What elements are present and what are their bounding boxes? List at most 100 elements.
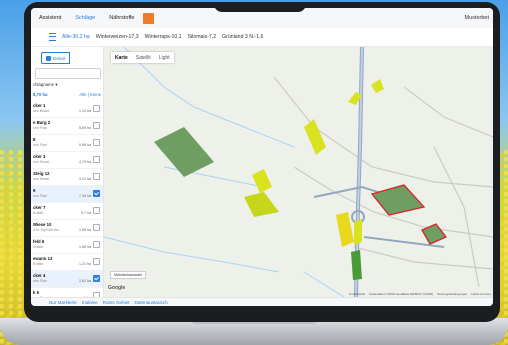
- field-checkbox[interactable]: [93, 105, 100, 112]
- field-list-item[interactable]: Steig 12 sen Smart 3,21 ha: [31, 169, 103, 186]
- field-name: 8: [33, 137, 36, 142]
- map-footer-shortcuts[interactable]: Kurzbefehle: [349, 292, 365, 296]
- field-name: cker 4: [33, 273, 46, 278]
- field-crop-variety: 4 N. TopSoft Ha...: [33, 228, 62, 232]
- tab-satellit[interactable]: Satellit: [132, 52, 155, 63]
- selection-summary: 8,70 ha Alle | Keine: [33, 92, 101, 97]
- field-polygon-yellow-5[interactable]: [244, 192, 279, 217]
- field-area: 5,69 ha: [79, 126, 91, 130]
- filter-red-zone[interactable]: Rotes Gebiet: [103, 300, 130, 305]
- field-area: 1,56 ha: [79, 228, 91, 232]
- field-area: 1,88 ha: [79, 245, 91, 249]
- nav-assistent[interactable]: Assistent: [39, 15, 61, 21]
- filter-chip-all[interactable]: Alle-36,2 ha: [62, 34, 90, 40]
- camera-notch: [214, 2, 306, 12]
- laptop-frame: Assistent Schläge Nährstoffe Musterbet A…: [24, 2, 500, 322]
- field-list-item[interactable]: cker 3 sen Smart 4,79 ha: [31, 152, 103, 169]
- field-checkbox[interactable]: [93, 258, 100, 265]
- detail-label: Detail: [53, 55, 65, 61]
- field-checkbox[interactable]: [93, 207, 100, 214]
- field-name: feld 6: [33, 239, 45, 244]
- field-checkbox[interactable]: [93, 122, 100, 129]
- nav-naehrstoffe[interactable]: Nährstoffe: [109, 15, 134, 21]
- view-toggle: Detail Karte: [41, 52, 493, 306]
- waterways: [104, 47, 345, 297]
- map-view[interactable]: Karte Satellit Light Mehrfachauswahl Goo…: [104, 47, 493, 297]
- map-canvas[interactable]: [104, 47, 493, 297]
- brand-logo: [142, 12, 154, 24]
- filter-inactive[interactable]: Inaktive: [82, 300, 98, 305]
- menu-icon[interactable]: [49, 33, 56, 41]
- sort-select[interactable]: chlagname ▾: [33, 82, 57, 88]
- field-checkbox[interactable]: [93, 190, 100, 197]
- field-polygon-green-1[interactable]: [154, 127, 214, 177]
- field-area: 3,21 ha: [79, 177, 91, 181]
- field-checkbox[interactable]: [93, 173, 100, 180]
- field-area: 7,34 ha: [79, 194, 91, 198]
- field-checkbox[interactable]: [93, 224, 100, 231]
- field-list-item[interactable]: 9 sen Flair 7,34 ha: [31, 186, 103, 203]
- filter-chip-winterraps[interactable]: Winterraps-10,1: [145, 34, 182, 40]
- map-attribution: Kurzbefehle Kartendaten ©2023 GeoBasis-D…: [349, 292, 491, 296]
- field-list-item[interactable]: feld 6 Krabin 1,88 ha: [31, 237, 103, 254]
- field-crop-variety: sen Briant: [33, 109, 50, 113]
- minor-roads: [273, 76, 493, 288]
- field-crop-variety: sen Flair: [33, 194, 47, 198]
- field-polygon-yellow-4[interactable]: [252, 169, 272, 193]
- field-name: cker 7: [33, 205, 46, 210]
- filter-chip-winterweizen[interactable]: Winterweizen-17,3: [96, 34, 139, 40]
- field-name: Steig 12: [33, 171, 50, 176]
- field-checkbox[interactable]: [93, 275, 100, 282]
- field-checkbox[interactable]: [93, 156, 100, 163]
- laptop-base: [0, 318, 508, 345]
- field-area: 0,98 ha: [79, 143, 91, 147]
- field-name: 9: [33, 188, 36, 193]
- field-list-item[interactable]: e Burg 2 sen Flair 5,69 ha: [31, 118, 103, 135]
- field-area: 4,79 ha: [79, 160, 91, 164]
- tab-karte[interactable]: Karte: [111, 52, 132, 63]
- field-checkbox[interactable]: [93, 139, 100, 146]
- app-screen: Assistent Schläge Nährstoffe Musterbet A…: [31, 8, 493, 306]
- nav-schlaege[interactable]: Schläge: [75, 15, 95, 21]
- field-polygon-yellow-7[interactable]: [354, 219, 362, 245]
- map-footer-report[interactable]: Fehler bei Goo: [471, 292, 491, 296]
- field-list-item[interactable]: cker 1 sen Briant 1,14 ha: [31, 101, 103, 118]
- field-crop-variety: Krabin: [33, 211, 44, 215]
- account-name[interactable]: Musterbet: [465, 15, 489, 21]
- filter-data-exchange[interactable]: Datenaustausch: [134, 300, 167, 305]
- field-checkbox[interactable]: [93, 241, 100, 248]
- field-polygon-yellow-3[interactable]: [371, 79, 384, 93]
- field-list-item[interactable]: cker 4 sen Flair 2,62 ha: [31, 271, 103, 288]
- field-name: cker 1: [33, 103, 46, 108]
- filter-marked-only[interactable]: Nur Markierte: [49, 300, 77, 305]
- field-area: 1,14 ha: [79, 109, 91, 113]
- filter-chip-silomais[interactable]: Silomais-7,2: [188, 34, 217, 40]
- field-crop-variety: sen Flair: [33, 126, 47, 130]
- field-name: Wiese 10: [33, 222, 52, 227]
- field-name: cker 3: [33, 154, 46, 159]
- field-list-item[interactable]: Wiese 10 4 N. TopSoft Ha... 1,56 ha: [31, 220, 103, 237]
- map-footer-terms[interactable]: Nutzungsbedingungen: [437, 292, 467, 296]
- field-crop-variety: sen Flair: [33, 279, 47, 283]
- field-list-sidebar: Detail Karte chlagname ▾ 8,70 ha Alle | …: [31, 47, 493, 306]
- field-area: 0,7 ha: [81, 211, 91, 215]
- field-list-item[interactable]: 8 sen Flair 0,98 ha: [31, 135, 103, 152]
- field-name: e Burg 2: [33, 120, 51, 125]
- google-logo: Google: [108, 285, 126, 291]
- field-list-item[interactable]: ewann 13 Krabin 1,21 ha: [31, 254, 103, 271]
- field-list: cker 1 sen Briant 1,14 ha e Burg 2 sen Flair…: [31, 101, 103, 305]
- field-crop-variety: sen Flair: [33, 143, 47, 147]
- field-polygon-green-2[interactable]: [351, 250, 362, 280]
- field-polygon-yellow-1[interactable]: [304, 119, 326, 155]
- field-search-input[interactable]: [35, 68, 101, 79]
- multi-select-button[interactable]: Mehrfachauswahl: [110, 271, 147, 279]
- document-icon: [46, 55, 51, 61]
- field-polygon-selected-1[interactable]: [370, 184, 426, 216]
- field-name: k 5: [33, 290, 39, 295]
- filter-chip-gruenland[interactable]: Grünland 3 N.-1,6: [222, 34, 263, 40]
- tab-light[interactable]: Light: [155, 52, 174, 63]
- field-name: ewann 13: [33, 256, 53, 261]
- field-list-item[interactable]: cker 7 Krabin 0,7 ha: [31, 203, 103, 220]
- detail-view-button[interactable]: Detail: [41, 52, 70, 64]
- select-all-none[interactable]: Alle | Keine: [79, 92, 101, 97]
